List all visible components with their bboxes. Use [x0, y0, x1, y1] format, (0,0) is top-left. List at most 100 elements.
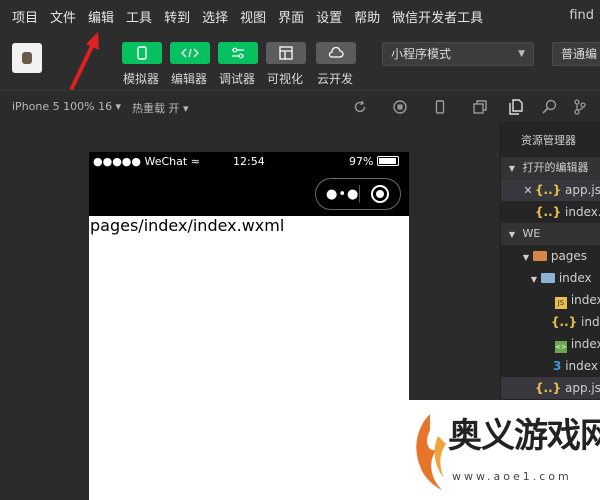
mode-select[interactable]: 小程序模式 ▼ — [382, 42, 534, 66]
json-icon: {..} — [535, 381, 562, 395]
cloud-icon — [328, 47, 344, 58]
phone-status-bar: ●●●●● WeChat ≈ 12:54 97% — [89, 152, 409, 172]
stop-icon[interactable] — [393, 100, 407, 114]
chevron-down-icon: ▼ — [522, 253, 530, 262]
visual-label: 可视化 — [267, 72, 304, 86]
more-icon[interactable]: ●•● — [326, 187, 359, 202]
phone-nav-bar: ●•● — [89, 172, 409, 216]
watermark-brand: 奥义游戏网 — [448, 416, 600, 456]
chevron-down-icon: ▼ — [518, 49, 525, 59]
avatar[interactable] — [12, 43, 42, 73]
menu-edit[interactable]: 编辑 — [88, 7, 114, 26]
flame-logo-icon — [416, 414, 446, 490]
open-editor-label: index.js — [565, 205, 600, 219]
debugger-label: 调试器 — [219, 72, 256, 86]
visual-button[interactable] — [266, 42, 306, 64]
tree-item-pages[interactable]: ▼ pages — [501, 245, 600, 267]
simulator-label: 模拟器 — [123, 72, 160, 86]
open-editors-header[interactable]: ▼ 打开的编辑器 — [501, 157, 600, 179]
chevron-down-icon: ▼ — [508, 230, 516, 239]
status-time: 12:54 — [233, 155, 265, 168]
avatar-image — [22, 52, 32, 64]
menu-view[interactable]: 视图 — [240, 7, 266, 26]
json-icon: {..} — [535, 183, 562, 197]
battery-icon — [377, 156, 400, 166]
simulator-button[interactable] — [122, 42, 162, 64]
tree-item-label: index — [581, 315, 600, 329]
folder-open-icon — [541, 273, 555, 283]
tree-item-label: index — [565, 359, 599, 373]
find-label[interactable]: find — [569, 8, 594, 23]
tree-item-label: app.json — [565, 381, 600, 395]
menu-project[interactable]: 项目 — [12, 7, 38, 26]
hot-reload-toggle[interactable]: 热重载 开 ▾ — [132, 100, 189, 116]
tree-item-label: index — [558, 271, 592, 285]
tree-item-index-json[interactable]: {..} index — [501, 311, 600, 333]
tree-item-index-js[interactable]: JS index — [501, 289, 600, 311]
compile-select-value: 普通编 — [561, 47, 598, 61]
battery-indicator: 97% — [349, 155, 400, 168]
debug-icon — [232, 47, 244, 59]
menu-file[interactable]: 文件 — [50, 7, 76, 26]
explorer-title: 资源管理器 — [521, 134, 576, 147]
activity-bar — [500, 90, 600, 122]
editor-button[interactable] — [170, 42, 210, 64]
annotation-arrow-icon — [70, 32, 99, 90]
menu-interface[interactable]: 界面 — [278, 7, 304, 26]
json-icon: {..} — [535, 205, 562, 219]
source-control-icon[interactable] — [574, 99, 586, 115]
window-icon[interactable] — [473, 100, 487, 114]
cloud-label: 云开发 — [317, 72, 354, 86]
chevron-down-icon: ▼ — [530, 275, 538, 284]
page-content: pages/index/index.wxml — [90, 216, 285, 235]
watermark: 奥义游戏网 www.aoe1.com — [408, 400, 600, 500]
close-icon[interactable]: ✕ — [521, 180, 535, 202]
tree-item-index-folder[interactable]: ▼ index — [501, 267, 600, 289]
menu-goto[interactable]: 转到 — [164, 7, 190, 26]
tree-item-index-wxss[interactable]: 3 index — [501, 355, 600, 377]
capsule-divider — [359, 185, 360, 203]
simulator-toolbar: iPhone 5 100% 16 ▾ 热重载 开 ▾ — [0, 90, 500, 122]
menu-settings[interactable]: 设置 — [316, 7, 342, 26]
refresh-icon[interactable] — [353, 100, 367, 114]
debugger-button[interactable] — [218, 42, 258, 64]
folder-icon — [533, 251, 547, 261]
wifi-icon: ≈ — [190, 155, 200, 168]
phone-screen[interactable]: ●●●●● WeChat ≈ 12:54 97% ●•● pages/index… — [89, 152, 409, 500]
open-editor-item[interactable]: {..} index.js — [501, 201, 600, 223]
watermark-url: www.aoe1.com — [452, 470, 572, 483]
tree-item-label: index — [570, 337, 600, 351]
workspace-header[interactable]: ▼ WE — [501, 223, 600, 245]
tree-item-app-json[interactable]: {..} app.json — [501, 377, 600, 399]
code-icon — [181, 48, 199, 58]
json-icon: {..} — [551, 315, 578, 329]
tree-item-index-wxml[interactable]: <> index — [501, 333, 600, 355]
css-file-icon: 3 — [553, 359, 562, 373]
editor-label: 编辑器 — [171, 72, 208, 86]
menu-bar: 项目 文件 编辑 工具 转到 选择 视图 界面 设置 帮助 微信开发者工具 fi… — [0, 0, 600, 32]
tree-item-label: pages — [550, 249, 588, 263]
cloud-button[interactable] — [316, 42, 356, 64]
capsule-menu: ●•● — [315, 178, 401, 210]
wxml-file-icon: <> — [555, 341, 567, 353]
menu-select[interactable]: 选择 — [202, 7, 228, 26]
open-editor-label: app.json — [565, 183, 600, 197]
open-editor-item[interactable]: ✕{..} app.json — [501, 179, 600, 201]
menu-help[interactable]: 帮助 — [354, 7, 380, 26]
signal-label: ●●●●● WeChat ≈ — [93, 155, 200, 168]
menu-app-name[interactable]: 微信开发者工具 — [392, 7, 483, 26]
tree-item-label: index — [570, 293, 600, 307]
open-editors-label: 打开的编辑器 — [522, 161, 589, 174]
search-icon[interactable] — [542, 99, 557, 114]
device-select[interactable]: iPhone 5 100% 16 ▾ — [12, 100, 121, 113]
mode-select-value: 小程序模式 — [391, 47, 452, 61]
menu-tools[interactable]: 工具 — [126, 7, 152, 26]
phone-preview-icon[interactable] — [433, 100, 447, 114]
layout-icon — [279, 46, 293, 60]
files-icon[interactable] — [509, 99, 523, 115]
phone-icon — [137, 46, 147, 60]
chevron-down-icon: ▼ — [508, 164, 516, 173]
close-mini-program-icon[interactable] — [371, 185, 389, 203]
compile-select[interactable]: 普通编 — [552, 42, 600, 66]
workspace-label: WE — [522, 227, 541, 240]
